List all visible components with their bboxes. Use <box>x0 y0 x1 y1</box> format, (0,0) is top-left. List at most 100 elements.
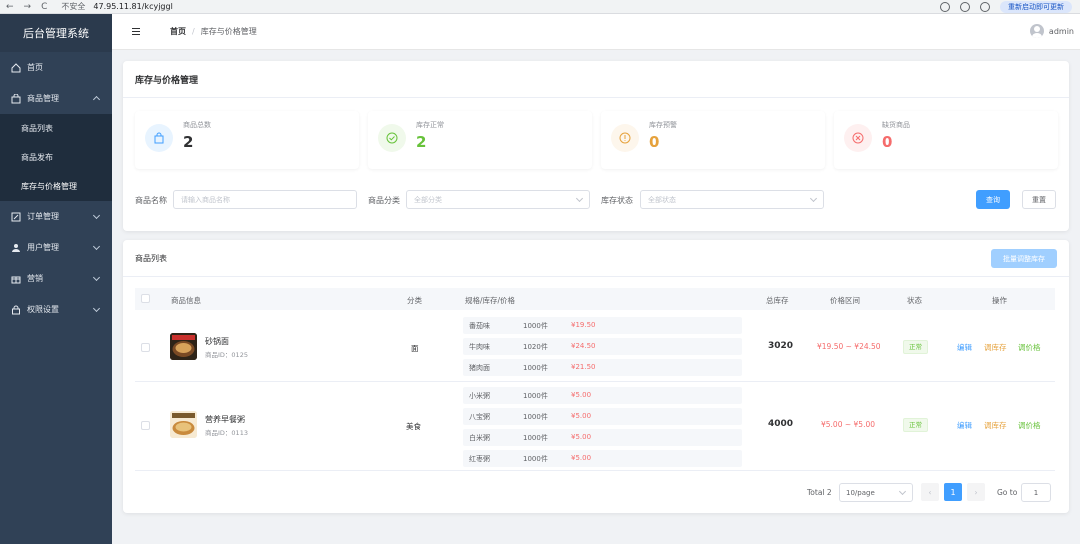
extension-icon[interactable] <box>940 2 950 12</box>
price-range: ¥19.50 ~ ¥24.50 <box>817 342 881 351</box>
reload-icon[interactable]: C <box>41 2 47 12</box>
prev-page-button[interactable]: ‹ <box>921 483 939 501</box>
spec-stock: 1000件 <box>523 392 548 400</box>
user-menu[interactable]: admin <box>1029 24 1074 38</box>
spec-name: 红枣粥 <box>469 455 490 463</box>
close-circle-icon <box>844 124 872 152</box>
stat-card-normal: 库存正常 2 <box>368 111 592 169</box>
reset-button[interactable]: 重置 <box>1022 190 1056 209</box>
page-size-value: 10/page <box>846 488 875 497</box>
sidebar: 后台管理系统 首页 商品管理 商品列表 商品发布 库存与价格管理 订单管理 用户… <box>0 14 112 544</box>
spec-stock: 1000件 <box>523 413 548 421</box>
chevron-down-icon <box>809 194 818 203</box>
total-stock: 4000 <box>768 419 794 429</box>
sidebar-item-users[interactable]: 用户管理 <box>0 232 112 263</box>
sidebar-item-products[interactable]: 商品管理 <box>0 83 112 114</box>
spec-stock: 1000件 <box>523 455 548 463</box>
security-label[interactable]: 不安全 <box>61 2 85 12</box>
spec-price: ¥5.00 <box>571 391 592 399</box>
stat-label: 缺货商品 <box>882 121 910 129</box>
product-category: 美食 <box>406 422 421 431</box>
page-title: 库存与价格管理 <box>135 76 199 86</box>
spec-price: ¥21.50 <box>571 363 596 371</box>
page-1-button[interactable]: 1 <box>944 483 962 501</box>
sidebar-item-label: 营销 <box>27 274 43 283</box>
status-badge: 正常 <box>903 340 928 354</box>
batch-adjust-stock-button[interactable]: 批量调整库存 <box>991 249 1057 268</box>
search-button[interactable]: 查询 <box>976 190 1010 209</box>
spec-stock: 1000件 <box>523 364 548 372</box>
chevron-up-icon <box>92 95 101 104</box>
spec-price: ¥5.00 <box>571 433 592 441</box>
adjust-price-link[interactable]: 调价格 <box>1018 420 1041 431</box>
avatar[interactable] <box>1029 24 1044 38</box>
spec-price: ¥19.50 <box>571 321 596 329</box>
product-id: 商品ID：0113 <box>205 429 248 437</box>
breadcrumb-separator: / <box>192 27 195 36</box>
sidebar-item-home[interactable]: 首页 <box>0 52 112 83</box>
status-select[interactable]: 全部状态 <box>640 190 824 209</box>
menu-toggle-icon[interactable] <box>132 28 140 35</box>
product-thumbnail <box>170 411 197 438</box>
spec-row: 八宝粥 1000件 ¥5.00 <box>463 408 742 425</box>
spec-row: 红枣粥 1000件 ¥5.00 <box>463 450 742 467</box>
gift-icon <box>11 274 21 284</box>
row-checkbox[interactable] <box>141 421 150 430</box>
sidebar-item-inventory[interactable]: 库存与价格管理 <box>0 172 112 201</box>
product-category: 面 <box>411 344 419 353</box>
adjust-stock-link[interactable]: 调库存 <box>984 342 1007 353</box>
url-text[interactable]: 47.95.11.81/kcyjggl <box>93 2 172 12</box>
name-filter-label: 商品名称 <box>135 196 167 205</box>
update-button[interactable]: 重新启动即可更新 <box>1000 1 1072 13</box>
spec-row: 白米粥 1000件 ¥5.00 <box>463 429 742 446</box>
product-name-input[interactable]: 请输入商品名称 <box>173 190 357 209</box>
product-name: 营养早餐粥 <box>205 415 245 424</box>
bag-icon <box>11 93 21 104</box>
profile-icon[interactable] <box>980 2 990 12</box>
sidebar-item-label: 用户管理 <box>27 243 59 252</box>
address-bar[interactable]: 不安全 47.95.11.81/kcyjggl <box>61 2 172 12</box>
back-icon[interactable]: ← <box>6 2 14 12</box>
chevron-down-icon <box>92 304 101 313</box>
forward-icon[interactable]: → <box>24 2 32 12</box>
chevron-down-icon <box>575 194 584 203</box>
edit-icon <box>11 212 21 222</box>
edit-link[interactable]: 编辑 <box>957 420 972 431</box>
sidebar-item-label: 订单管理 <box>27 212 59 221</box>
sidebar-item-product-publish[interactable]: 商品发布 <box>0 143 112 172</box>
column-header-actions: 操作 <box>992 296 1007 305</box>
status-filter-label: 库存状态 <box>601 196 633 205</box>
goto-page-input[interactable]: 1 <box>1021 483 1051 502</box>
next-page-button[interactable]: › <box>967 483 985 501</box>
stat-label: 库存预警 <box>649 121 677 129</box>
product-thumbnail <box>170 333 197 360</box>
select-all-checkbox[interactable] <box>141 294 150 303</box>
chevron-down-icon <box>92 242 101 251</box>
adjust-stock-link[interactable]: 调库存 <box>984 420 1007 431</box>
sidebar-item-orders[interactable]: 订单管理 <box>0 201 112 232</box>
adjust-price-link[interactable]: 调价格 <box>1018 342 1041 353</box>
spec-name: 猪肉面 <box>469 364 490 372</box>
product-list-card: 商品列表 批量调整库存 商品信息 分类 规格/库存/价格 总库存 价格区间 状态… <box>123 240 1069 513</box>
check-circle-icon <box>378 124 406 152</box>
column-header-status: 状态 <box>907 296 922 305</box>
stat-value: 2 <box>183 133 194 151</box>
table-row: 营养早餐粥 商品ID：0113 美食 小米粥 1000件 ¥5.00 八宝粥 1… <box>135 383 1055 471</box>
row-checkbox[interactable] <box>141 343 150 352</box>
stat-card-out-of-stock: 缺货商品 0 <box>834 111 1058 169</box>
star-icon[interactable] <box>960 2 970 12</box>
page-size-select[interactable]: 10/page <box>839 483 913 502</box>
username[interactable]: admin <box>1049 27 1074 36</box>
edit-link[interactable]: 编辑 <box>957 342 972 353</box>
sidebar-item-product-list[interactable]: 商品列表 <box>0 114 112 143</box>
breadcrumb-home[interactable]: 首页 <box>170 26 186 37</box>
spec-row: 猪肉面 1000件 ¥21.50 <box>463 359 742 376</box>
bag-icon <box>145 124 173 152</box>
column-header-specs: 规格/库存/价格 <box>465 296 516 305</box>
stat-value: 0 <box>649 133 660 151</box>
category-select[interactable]: 全部分类 <box>406 190 590 209</box>
sidebar-item-marketing[interactable]: 营销 <box>0 263 112 294</box>
status-select-value: 全部状态 <box>648 195 676 204</box>
price-range: ¥5.00 ~ ¥5.00 <box>821 420 875 429</box>
sidebar-item-permissions[interactable]: 权限设置 <box>0 294 112 325</box>
